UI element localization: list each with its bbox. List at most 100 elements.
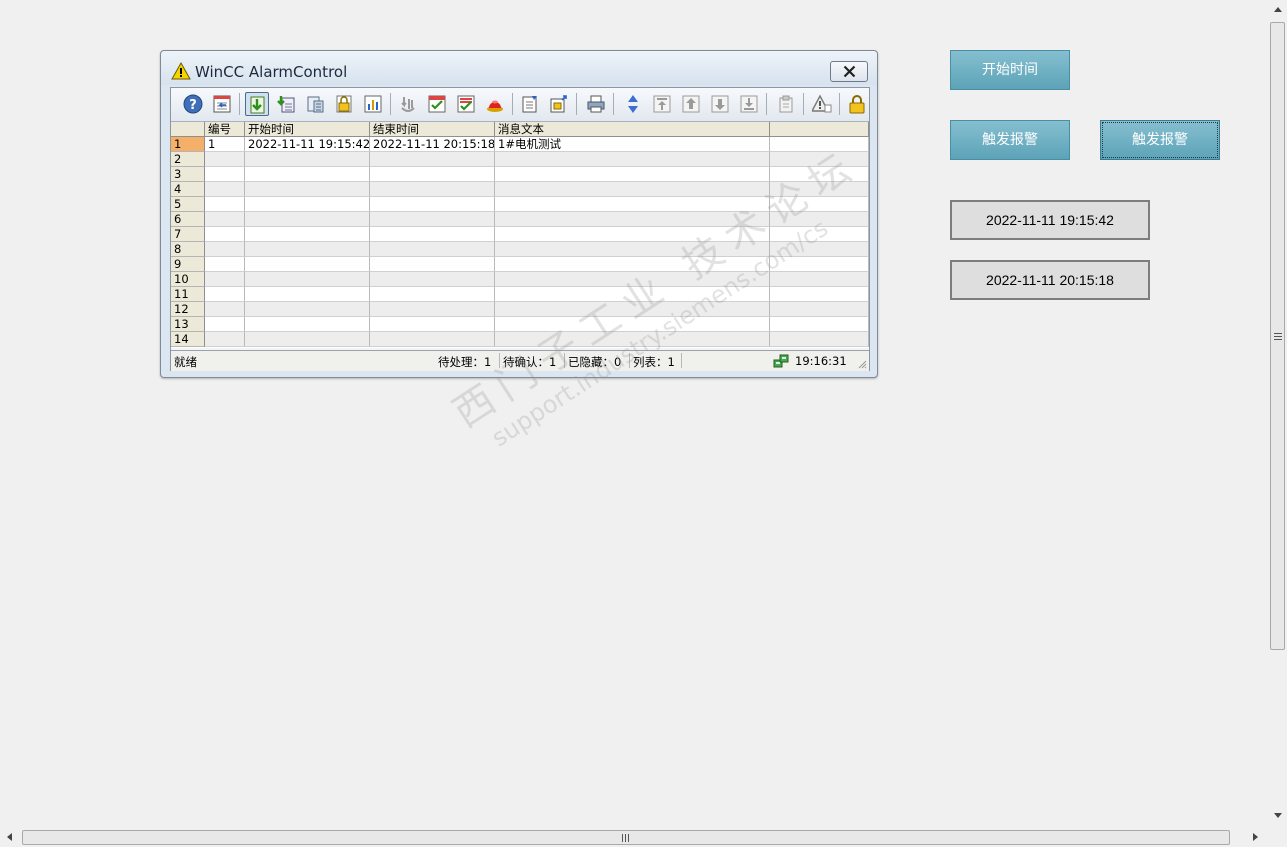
table-cell[interactable] bbox=[245, 167, 370, 182]
table-cell[interactable] bbox=[495, 287, 770, 302]
table-cell[interactable] bbox=[495, 257, 770, 272]
table-row[interactable]: 12 bbox=[171, 302, 869, 317]
row-number[interactable]: 1 bbox=[171, 137, 205, 152]
table-cell[interactable]: 1 bbox=[205, 137, 245, 152]
table-cell[interactable] bbox=[770, 302, 869, 317]
close-button[interactable] bbox=[830, 61, 868, 82]
journal-list-button[interactable] bbox=[303, 92, 327, 116]
scroll-up-icon[interactable] bbox=[1274, 7, 1282, 12]
table-row[interactable]: 11 bbox=[171, 287, 869, 302]
table-cell[interactable] bbox=[370, 287, 495, 302]
table-cell[interactable] bbox=[205, 272, 245, 287]
message-list-button[interactable] bbox=[245, 92, 269, 116]
help-button[interactable]: ? bbox=[181, 92, 205, 116]
table-cell[interactable] bbox=[770, 167, 869, 182]
table-cell[interactable]: 2022-11-11 19:15:42 bbox=[245, 137, 370, 152]
table-cell[interactable] bbox=[495, 242, 770, 257]
table-cell[interactable] bbox=[205, 167, 245, 182]
first-message-button[interactable] bbox=[650, 92, 674, 116]
end-time-field[interactable]: 2022-11-11 20:15:18 bbox=[950, 260, 1150, 300]
table-cell[interactable] bbox=[205, 182, 245, 197]
table-cell[interactable] bbox=[245, 152, 370, 167]
table-row[interactable]: 1 1 2022-11-11 19:15:42 2022-11-11 20:15:18… bbox=[171, 137, 869, 152]
table-cell[interactable] bbox=[770, 227, 869, 242]
history-list-button[interactable] bbox=[274, 92, 298, 116]
group-ack-button[interactable] bbox=[454, 92, 478, 116]
table-cell[interactable] bbox=[370, 182, 495, 197]
table-cell[interactable] bbox=[370, 212, 495, 227]
table-cell[interactable] bbox=[770, 257, 869, 272]
trigger-alarm-button-1[interactable]: 触发报警 bbox=[950, 120, 1070, 160]
table-cell[interactable] bbox=[245, 182, 370, 197]
table-cell[interactable] bbox=[770, 317, 869, 332]
selection-dialog-button[interactable] bbox=[518, 92, 542, 116]
table-cell[interactable] bbox=[205, 242, 245, 257]
table-cell[interactable] bbox=[370, 152, 495, 167]
table-cell[interactable] bbox=[245, 272, 370, 287]
table-row[interactable]: 10 bbox=[171, 272, 869, 287]
vertical-scrollbar[interactable] bbox=[1268, 0, 1287, 829]
table-cell[interactable] bbox=[495, 212, 770, 227]
table-cell[interactable] bbox=[770, 212, 869, 227]
loop-in-alarm-button[interactable] bbox=[396, 92, 420, 116]
table-row[interactable]: 5 bbox=[171, 197, 869, 212]
table-cell[interactable]: 2022-11-11 20:15:18 bbox=[370, 137, 495, 152]
table-cell[interactable] bbox=[245, 317, 370, 332]
table-cell[interactable] bbox=[205, 212, 245, 227]
table-cell[interactable] bbox=[495, 197, 770, 212]
row-number[interactable]: 10 bbox=[171, 272, 205, 287]
autoscroll-lock-button[interactable] bbox=[845, 92, 869, 116]
table-cell[interactable] bbox=[245, 332, 370, 347]
table-row[interactable]: 7 bbox=[171, 227, 869, 242]
alarm-table[interactable]: 编号 开始时间 结束时间 消息文本 1 1 2022-11-11 19:15:42 2… bbox=[171, 122, 869, 348]
start-time-button[interactable]: 开始时间 bbox=[950, 50, 1070, 90]
previous-message-button[interactable] bbox=[679, 92, 703, 116]
table-row[interactable]: 2 bbox=[171, 152, 869, 167]
table-cell[interactable] bbox=[245, 287, 370, 302]
row-number[interactable]: 7 bbox=[171, 227, 205, 242]
table-cell[interactable] bbox=[495, 302, 770, 317]
trigger-alarm-button-2[interactable]: 触发报警 bbox=[1100, 120, 1220, 160]
table-cell[interactable] bbox=[495, 272, 770, 287]
table-cell[interactable] bbox=[205, 197, 245, 212]
horizontal-scrollbar[interactable] bbox=[0, 828, 1268, 847]
table-cell[interactable] bbox=[495, 152, 770, 167]
table-cell[interactable] bbox=[245, 197, 370, 212]
table-cell[interactable] bbox=[205, 287, 245, 302]
resize-grip-icon[interactable] bbox=[857, 359, 867, 369]
table-cell[interactable] bbox=[770, 182, 869, 197]
row-number[interactable]: 6 bbox=[171, 212, 205, 227]
table-cell[interactable] bbox=[205, 332, 245, 347]
last-message-button[interactable] bbox=[737, 92, 761, 116]
table-cell[interactable] bbox=[205, 317, 245, 332]
display-options-button[interactable] bbox=[547, 92, 571, 116]
table-cell[interactable] bbox=[370, 302, 495, 317]
table-cell[interactable] bbox=[205, 302, 245, 317]
scroll-left-icon[interactable] bbox=[7, 833, 12, 841]
row-number[interactable]: 2 bbox=[171, 152, 205, 167]
column-header-number[interactable]: 编号 bbox=[205, 122, 245, 137]
table-cell[interactable] bbox=[770, 152, 869, 167]
emergency-ack-button[interactable] bbox=[483, 92, 507, 116]
horizontal-scroll-thumb[interactable] bbox=[22, 830, 1230, 845]
sort-button[interactable] bbox=[621, 92, 645, 116]
table-cell[interactable] bbox=[245, 227, 370, 242]
table-row[interactable]: 4 bbox=[171, 182, 869, 197]
table-cell[interactable] bbox=[495, 332, 770, 347]
row-number[interactable]: 9 bbox=[171, 257, 205, 272]
table-row[interactable]: 13 bbox=[171, 317, 869, 332]
table-cell[interactable] bbox=[770, 332, 869, 347]
print-button[interactable] bbox=[584, 92, 608, 116]
table-cell[interactable] bbox=[370, 332, 495, 347]
table-cell[interactable] bbox=[370, 197, 495, 212]
emergency-list-button[interactable] bbox=[210, 92, 234, 116]
table-row[interactable]: 14 bbox=[171, 332, 869, 347]
table-cell[interactable] bbox=[245, 212, 370, 227]
table-cell[interactable] bbox=[370, 227, 495, 242]
start-time-field[interactable]: 2022-11-11 19:15:42 bbox=[950, 200, 1150, 240]
table-row[interactable]: 3 bbox=[171, 167, 869, 182]
table-cell[interactable] bbox=[770, 287, 869, 302]
table-cell[interactable] bbox=[205, 227, 245, 242]
table-cell[interactable] bbox=[495, 317, 770, 332]
table-cell[interactable] bbox=[370, 167, 495, 182]
